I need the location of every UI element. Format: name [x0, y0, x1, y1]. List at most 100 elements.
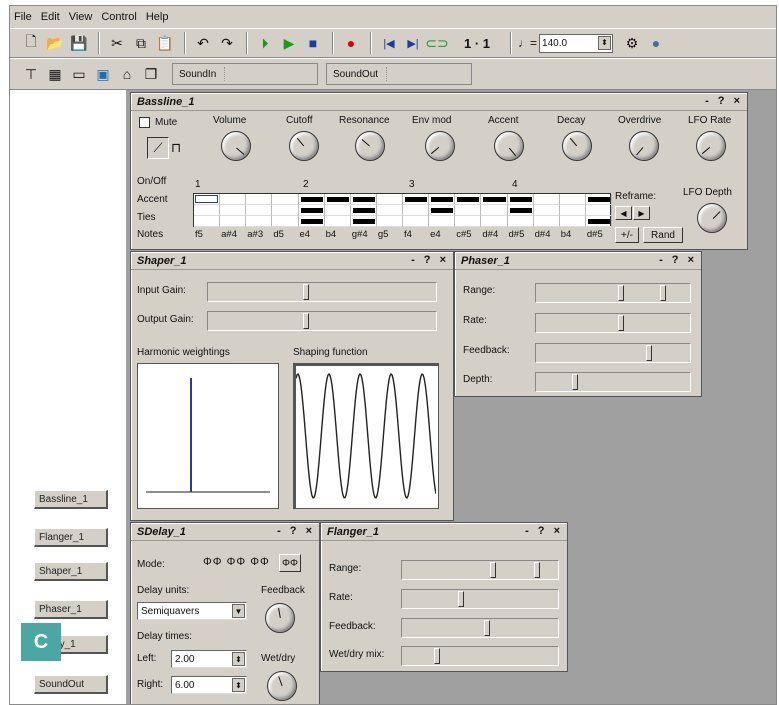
note-cell[interactable]: g#4 [352, 229, 368, 240]
delay-mode-selected-icon[interactable]: ΦΦ [279, 554, 301, 572]
record-icon[interactable]: ● [340, 32, 362, 54]
delay-units-select[interactable]: Semiquavers ▼ [137, 602, 247, 620]
sequencer-cell[interactable] [376, 194, 403, 205]
save-icon[interactable]: 💾 [68, 32, 90, 54]
phaser-depth-slider[interactable] [535, 372, 691, 392]
mixer-icon[interactable]: ▦ [44, 63, 66, 85]
menu-help[interactable]: Help [146, 11, 169, 23]
note-cell[interactable]: d#5 [587, 229, 603, 240]
sequencer-cell[interactable] [403, 216, 430, 227]
flanger-wetdry-slider[interactable] [401, 646, 559, 666]
output-gain-slider[interactable] [207, 311, 437, 331]
sequencer-cell[interactable] [533, 216, 560, 227]
new-file-icon[interactable]: 🗋 [20, 32, 42, 54]
reframe-left-button[interactable]: ◀ [615, 206, 632, 220]
forward-icon[interactable]: ▶| [402, 32, 424, 54]
sequencer-cell[interactable] [376, 205, 403, 216]
note-cell[interactable]: b4 [326, 229, 337, 240]
sequencer-cell[interactable] [194, 216, 221, 227]
sdelay-feedback-knob[interactable] [265, 603, 295, 633]
cutoff-knob[interactable] [289, 131, 319, 161]
sequencer-cell[interactable] [533, 194, 560, 205]
note-cell[interactable]: f4 [404, 229, 412, 240]
dropdown-arrow-icon[interactable]: ▼ [232, 604, 245, 618]
menu-view[interactable]: View [69, 11, 93, 23]
shaping-function-panel[interactable] [293, 363, 439, 509]
sequencer-cell[interactable] [507, 216, 534, 227]
note-cell[interactable]: d#4 [535, 229, 551, 240]
sequencer-cell[interactable] [481, 216, 508, 227]
sequencer-cell[interactable] [324, 205, 351, 216]
tempo-field[interactable]: 140.0 ⬍ [539, 33, 614, 53]
module-bassline[interactable]: Bassline_1 [34, 490, 108, 509]
delay-left-field[interactable]: 2.00 ⬍ [171, 650, 247, 668]
note-cell[interactable]: d5 [273, 229, 284, 240]
decay-knob[interactable] [562, 131, 592, 161]
rand-button[interactable]: Rand [643, 227, 683, 243]
note-cell[interactable]: c#5 [456, 229, 471, 240]
play-icon[interactable]: ▶ [278, 32, 300, 54]
sequencer-cell[interactable] [246, 216, 273, 227]
plusminus-button[interactable]: +/- [615, 227, 639, 243]
window-controls[interactable]: - ? × [659, 254, 697, 266]
paste-icon[interactable]: 📋 [154, 32, 176, 54]
settings-icon[interactable]: ⚙ [621, 32, 643, 54]
flanger-feedback-slider[interactable] [401, 618, 559, 638]
sequencer-cell[interactable] [246, 194, 273, 205]
note-cell[interactable]: g5 [378, 229, 389, 240]
phaser-rate-slider[interactable] [535, 313, 691, 333]
harmonic-weightings-panel[interactable] [137, 363, 279, 509]
volume-knob[interactable] [221, 131, 251, 161]
module-icon[interactable]: ⊤ [20, 63, 42, 85]
tempo-spin-icon[interactable]: ⬍ [598, 35, 612, 50]
flanger-rate-slider[interactable] [401, 589, 559, 609]
play-from-start-icon[interactable]: ⏵ [254, 32, 276, 54]
sdelay-wetdry-knob[interactable] [267, 671, 297, 701]
copy-icon[interactable]: ⧉ [130, 32, 152, 54]
delay-mode-icons[interactable]: ΦΦ ΦΦ ΦΦ [203, 556, 270, 568]
sequencer-cell[interactable] [455, 216, 482, 227]
sound-in-box[interactable]: SoundIn [172, 63, 318, 85]
slide-mode-button[interactable]: ⟋ [147, 137, 169, 159]
reframe-right-button[interactable]: ▶ [633, 206, 650, 220]
module-shaper[interactable]: Shaper_1 [34, 562, 108, 581]
phaser-feedback-slider[interactable] [535, 343, 691, 363]
sequencer-cell[interactable] [220, 194, 247, 205]
sequencer-cell[interactable] [324, 216, 351, 227]
menu-control[interactable]: Control [101, 11, 136, 23]
graph-icon[interactable]: ▭ [68, 63, 90, 85]
sequencer-cell[interactable] [272, 216, 299, 227]
input-gain-slider[interactable] [207, 282, 437, 302]
cut-icon[interactable]: ✂ [106, 32, 128, 54]
open-folder-icon[interactable]: 📂 [44, 32, 66, 54]
sequencer-cell[interactable] [533, 205, 560, 216]
sequencer-cell[interactable] [455, 205, 482, 216]
note-cell[interactable]: a#4 [221, 229, 237, 240]
sequencer-cell[interactable] [403, 205, 430, 216]
lfodepth-knob[interactable] [697, 203, 727, 233]
sequencer-cell[interactable] [585, 205, 612, 216]
mute-checkbox[interactable] [139, 117, 150, 128]
sequencer-cell[interactable] [429, 216, 456, 227]
module-phaser[interactable]: Phaser_1 [34, 600, 108, 619]
note-cell[interactable]: d#5 [509, 229, 525, 240]
spin-icon[interactable]: ⬍ [232, 652, 245, 666]
step-sequencer-grid[interactable] [193, 193, 612, 227]
home-icon[interactable]: ⌂ [116, 63, 138, 85]
sequencer-cell[interactable] [272, 205, 299, 216]
resonance-knob[interactable] [355, 131, 385, 161]
sound-out-box[interactable]: SoundOut [326, 63, 472, 85]
sequencer-cell[interactable] [559, 216, 586, 227]
module-soundout[interactable]: SoundOut [34, 675, 108, 694]
note-cell[interactable]: e4 [430, 229, 441, 240]
menu-edit[interactable]: Edit [41, 11, 60, 23]
sequencer-cell[interactable] [559, 194, 586, 205]
globe-icon[interactable]: ● [645, 32, 667, 54]
window-controls[interactable]: - ? × [525, 525, 563, 537]
copy-module-icon[interactable]: ❐ [140, 63, 162, 85]
phaser-range-slider[interactable] [535, 283, 691, 303]
sequencer-cell[interactable] [559, 205, 586, 216]
note-cell[interactable]: f5 [195, 229, 203, 240]
note-cell[interactable]: d#4 [482, 229, 498, 240]
note-cell[interactable]: e4 [300, 229, 311, 240]
